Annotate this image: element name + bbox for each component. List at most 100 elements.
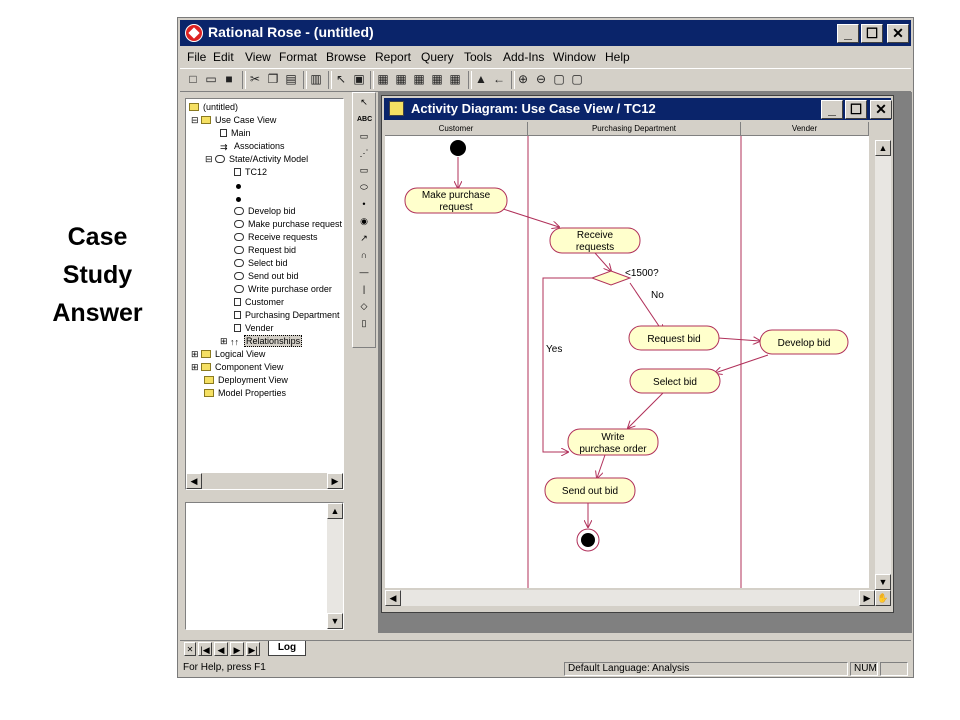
zoom-in-icon[interactable]: ⊕	[516, 72, 530, 86]
tree-item-relationships[interactable]: ⊞ ↑↑ Relationships	[220, 335, 303, 347]
selection-tool-icon[interactable]: ↖	[357, 96, 371, 109]
tree-item-use-case-view[interactable]: ⊟ Use Case View	[191, 115, 276, 126]
tree-item-component-view[interactable]: ⊞ Component View	[191, 362, 283, 373]
zoom-out-icon[interactable]: ⊖	[534, 72, 548, 86]
scroll-down-icon[interactable]: ▼	[875, 574, 891, 590]
tree-item-activity[interactable]: Request bid	[234, 245, 296, 255]
transition-arrow[interactable]	[597, 454, 606, 478]
tree-item-model-properties[interactable]: Model Properties	[204, 388, 286, 398]
anchor-tool-icon[interactable]: ⋰	[357, 147, 371, 160]
diagram-close-button[interactable]: ✕	[870, 100, 892, 119]
diagram-vscrollbar[interactable]: ▲ ▼	[875, 140, 891, 590]
menu-format[interactable]: Format	[279, 50, 317, 64]
tree-item-activity[interactable]: Write purchase order	[234, 284, 332, 294]
tab-prev-icon[interactable]: ◀	[214, 642, 228, 656]
transition-arrow[interactable]	[594, 252, 611, 271]
tab-last-icon[interactable]: ▶|	[246, 642, 260, 656]
text-tool-icon[interactable]: ABC	[357, 113, 372, 126]
browser-hscrollbar[interactable]: ◀ ▶	[186, 473, 343, 489]
scroll-right-icon[interactable]: ▶	[859, 590, 875, 606]
tree-item-associations[interactable]: ⇉ Associations	[220, 141, 285, 152]
minimize-button[interactable]: _	[837, 24, 859, 43]
deployment-diagram-icon[interactable]: ▦	[448, 72, 462, 86]
activity-tool-icon[interactable]: ⬭	[357, 181, 371, 194]
tree-item-start-state[interactable]	[234, 180, 245, 190]
menu-window[interactable]: Window	[553, 50, 596, 64]
scroll-up-icon[interactable]: ▲	[875, 140, 891, 156]
title-bar[interactable]: Rational Rose - (untitled) _ ☐ ✕	[180, 20, 911, 46]
scroll-left-icon[interactable]: ◀	[385, 590, 401, 606]
pan-hand-icon[interactable]: ✋	[875, 590, 891, 606]
documentation-pane[interactable]: ▲ ▼	[185, 502, 344, 630]
component-diagram-icon[interactable]: ▦	[412, 72, 426, 86]
menu-edit[interactable]: Edit	[213, 50, 234, 64]
transition-arrow[interactable]	[542, 277, 593, 452]
tree-item-main[interactable]: Main	[220, 128, 251, 138]
tree-item-tc12[interactable]: TC12	[234, 167, 267, 177]
diagram-minimize-button[interactable]: _	[821, 100, 843, 119]
menu-add-ins[interactable]: Add-Ins	[503, 50, 544, 64]
diagram-maximize-button[interactable]: ☐	[845, 100, 867, 119]
class-diagram-icon[interactable]: ▦	[394, 72, 408, 86]
scroll-up-icon[interactable]: ▲	[327, 503, 343, 519]
end-state-tool-icon[interactable]: ◉	[357, 215, 371, 228]
self-transition-tool-icon[interactable]: ∩	[357, 249, 371, 262]
tree-item-root[interactable]: (untitled)	[189, 102, 238, 112]
browse-previous-icon[interactable]: ←	[492, 72, 506, 86]
tab-first-icon[interactable]: |◀	[198, 642, 212, 656]
menu-help[interactable]: Help	[605, 50, 630, 64]
undo-fit-icon[interactable]: ▢	[570, 72, 584, 86]
tree-item-activity[interactable]: Select bid	[234, 258, 288, 268]
close-button[interactable]: ✕	[887, 24, 909, 43]
note-tool-icon[interactable]: ▭	[357, 130, 371, 143]
tree-item-swimlane[interactable]: Customer	[234, 297, 284, 307]
tree-item-deployment-view[interactable]: Deployment View	[204, 375, 288, 385]
diagram-canvas[interactable]: Customer Purchasing Department Vender Ma…	[385, 122, 869, 588]
tree-item-swimlane[interactable]: Vender	[234, 323, 274, 333]
tree-item-activity[interactable]: Receive requests	[234, 232, 318, 242]
print-icon[interactable]: ▥	[309, 72, 323, 86]
decision-tool-icon[interactable]: ◇	[357, 300, 371, 313]
copy-icon[interactable]: ❐	[266, 72, 280, 86]
menu-browse[interactable]: Browse	[326, 50, 366, 64]
end-state[interactable]	[581, 533, 595, 547]
transition-arrow[interactable]	[628, 392, 664, 428]
state-tool-icon[interactable]: ▭	[357, 164, 371, 177]
scroll-left-icon[interactable]: ◀	[186, 473, 202, 489]
browser-toggle-icon[interactable]: ▣	[352, 72, 366, 86]
cut-icon[interactable]: ✂	[248, 72, 262, 86]
scroll-right-icon[interactable]: ▶	[327, 473, 343, 489]
browse-parent-icon[interactable]: ▲	[474, 72, 488, 86]
sequence-diagram-icon[interactable]: ▦	[430, 72, 444, 86]
log-close-icon[interactable]: ✕	[184, 642, 196, 656]
tree-item-logical-view[interactable]: ⊞ Logical View	[191, 349, 265, 360]
paste-icon[interactable]: ▤	[284, 72, 298, 86]
open-folder-icon[interactable]: ▭	[204, 72, 218, 86]
menu-view[interactable]: View	[245, 50, 271, 64]
menu-report[interactable]: Report	[375, 50, 411, 64]
transition-arrow[interactable]	[717, 338, 760, 341]
start-state[interactable]	[450, 140, 466, 156]
horizontal-sync-tool-icon[interactable]: —	[357, 266, 371, 279]
vertical-sync-tool-icon[interactable]: |	[357, 283, 371, 296]
scroll-down-icon[interactable]: ▼	[327, 613, 343, 629]
diagram-icon[interactable]: ▦	[376, 72, 390, 86]
menu-file[interactable]: File	[187, 50, 206, 64]
context-help-icon[interactable]: ↖	[334, 72, 348, 86]
tab-log[interactable]: Log	[268, 641, 306, 656]
maximize-button[interactable]: ☐	[861, 24, 883, 43]
tree-item-state-model[interactable]: ⊟ State/Activity Model	[205, 154, 308, 165]
doc-vscrollbar[interactable]: ▲ ▼	[327, 503, 343, 629]
menu-tools[interactable]: Tools	[464, 50, 492, 64]
start-state-tool-icon[interactable]: •	[357, 198, 371, 211]
tree-item-swimlane[interactable]: Purchasing Department	[234, 310, 340, 320]
swimlane-tool-icon[interactable]: ▯	[357, 317, 371, 330]
save-icon[interactable]: ■	[222, 72, 236, 86]
tree-item-end-state[interactable]	[234, 193, 245, 203]
new-file-icon[interactable]: □	[186, 72, 200, 86]
diagram-hscrollbar[interactable]: ◀ ▶	[385, 590, 875, 606]
transition-tool-icon[interactable]: ↗	[357, 232, 371, 245]
tree-item-activity[interactable]: Make purchase request	[234, 219, 342, 229]
menu-query[interactable]: Query	[421, 50, 454, 64]
diagram-title-bar[interactable]: Activity Diagram: Use Case View / TC12 _…	[384, 98, 892, 120]
